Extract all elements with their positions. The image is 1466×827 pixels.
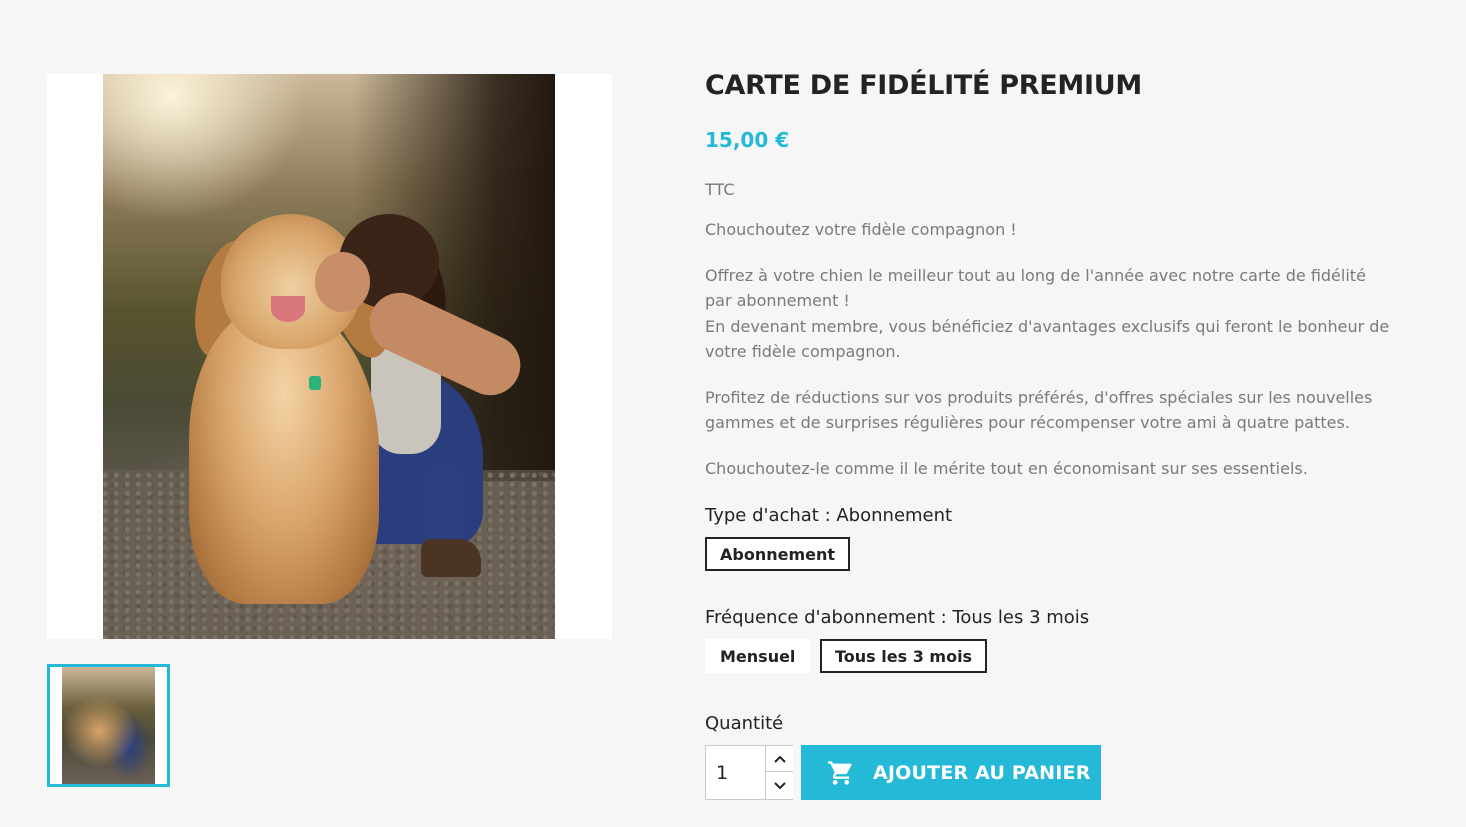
product-cover-image[interactable] xyxy=(47,74,612,639)
description-paragraph: Chouchoutez-le comme il le mérite tout e… xyxy=(705,458,1308,478)
product-thumbnail-selected[interactable] xyxy=(47,664,170,787)
frequency-option-mensuel[interactable]: Mensuel xyxy=(705,639,811,673)
quantity-label: Quantité xyxy=(705,713,784,734)
shopping-cart-icon xyxy=(827,759,855,787)
chevron-down-icon xyxy=(773,781,786,789)
product-description: Chouchoutez votre fidèle compagnon ! Off… xyxy=(705,217,1395,501)
description-paragraph: Offrez à votre chien le meilleur tout au… xyxy=(705,265,1366,311)
add-to-cart-button[interactable]: AJOUTER AU PANIER xyxy=(801,745,1101,800)
tax-label: TTC xyxy=(705,180,735,199)
product-title: CARTE DE FIDÉLITÉ PREMIUM xyxy=(705,70,1142,101)
frequency-option-tous-les-3-mois[interactable]: Tous les 3 mois xyxy=(820,639,988,673)
quantity-decrease-button[interactable] xyxy=(765,772,793,799)
purchase-type-label: Type d'achat : Abonnement xyxy=(705,505,953,526)
product-photo-dog-and-woman xyxy=(103,74,555,639)
add-to-cart-label: AJOUTER AU PANIER xyxy=(873,761,1091,784)
quantity-input[interactable] xyxy=(706,746,766,799)
purchase-type-option-abonnement[interactable]: Abonnement xyxy=(705,537,851,571)
quantity-stepper xyxy=(705,745,793,800)
description-paragraph: Profitez de réductions sur vos produits … xyxy=(705,387,1373,433)
description-paragraph: En devenant membre, vous bénéficiez d'av… xyxy=(705,316,1390,362)
product-price: 15,00 € xyxy=(705,128,790,152)
thumbnail-photo xyxy=(62,667,155,784)
chevron-up-icon xyxy=(773,755,786,763)
description-intro: Chouchoutez votre fidèle compagnon ! xyxy=(705,220,1017,239)
quantity-increase-button[interactable] xyxy=(765,746,793,772)
frequency-label: Fréquence d'abonnement : Tous les 3 mois xyxy=(705,607,1090,628)
